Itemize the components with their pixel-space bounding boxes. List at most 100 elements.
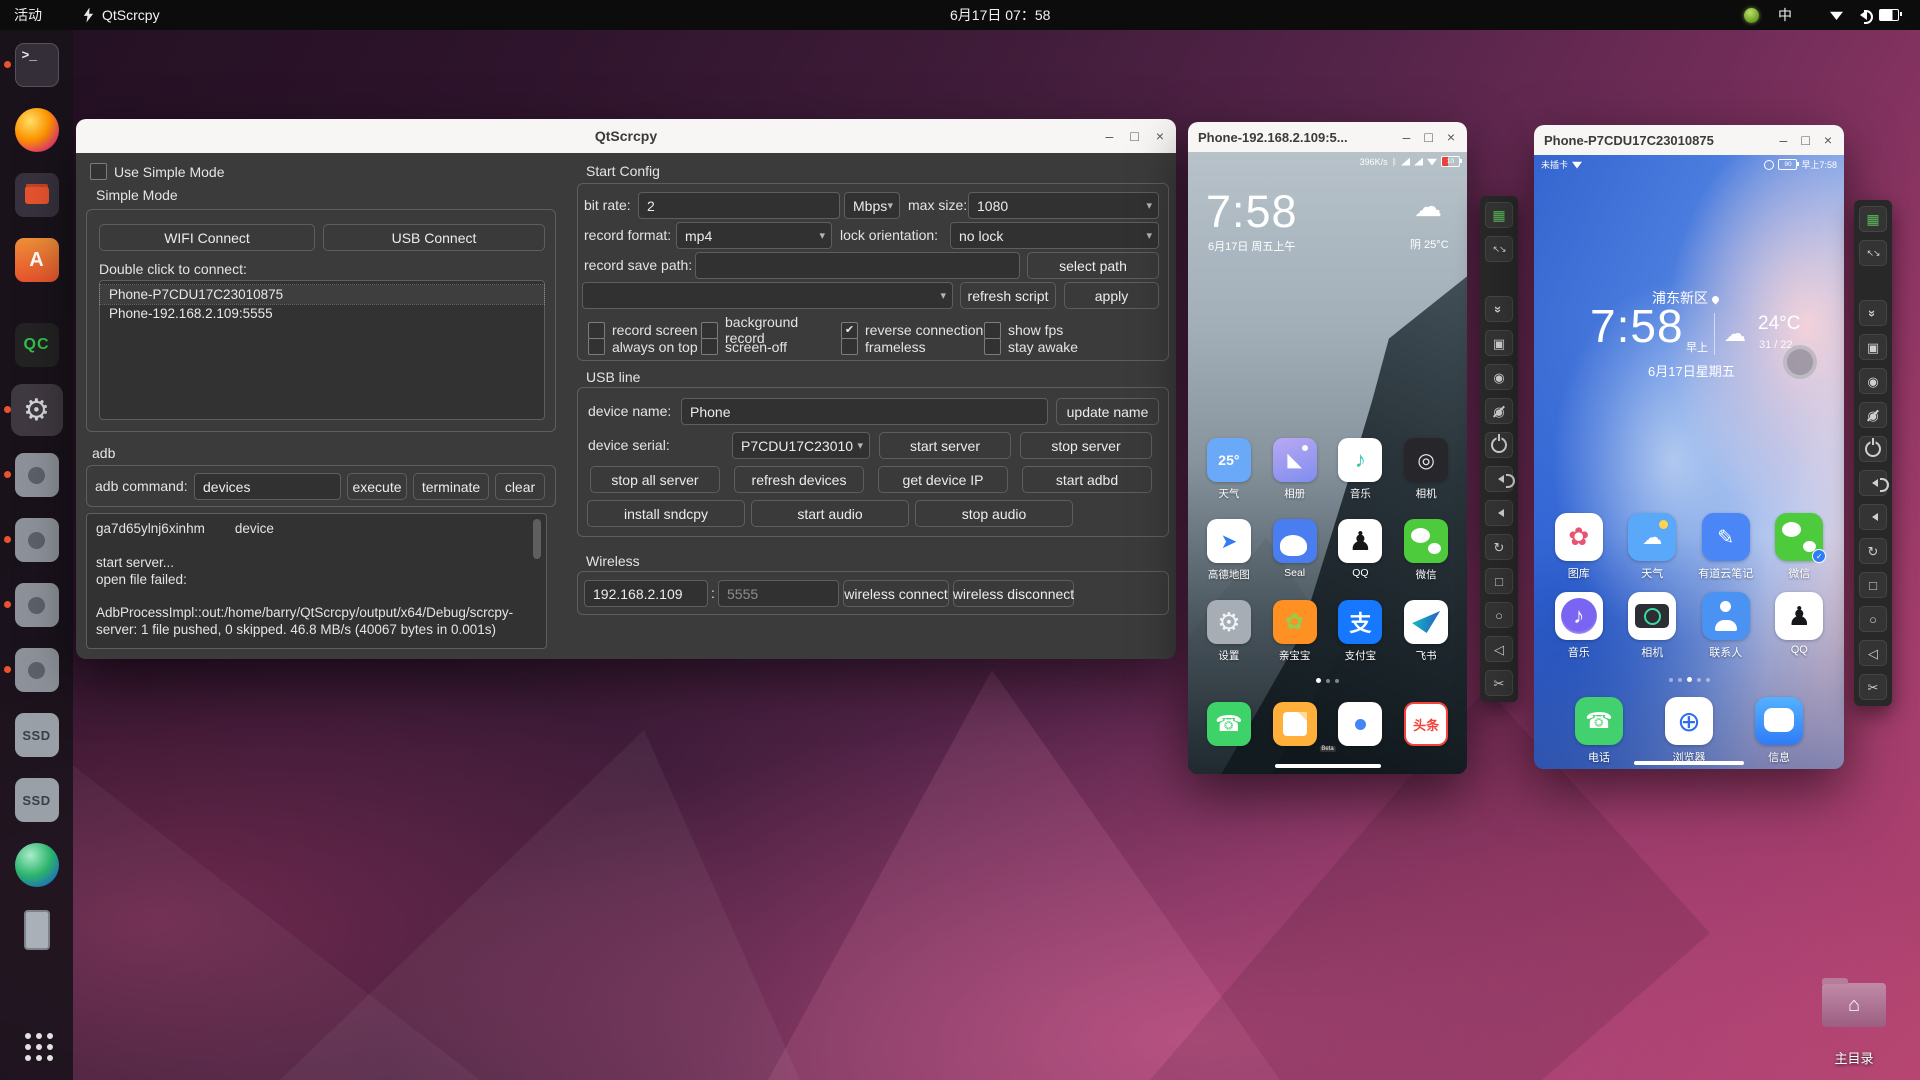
maximize-button[interactable]: □ xyxy=(1801,133,1809,147)
screenshot-icon[interactable]: ✂ xyxy=(1859,674,1887,700)
amap-icon[interactable]: ➤ 高德地图 xyxy=(1196,519,1262,600)
minimize-button[interactable]: – xyxy=(1780,133,1788,147)
ime-indicator[interactable]: 中 xyxy=(1768,0,1802,30)
collapse-icon[interactable]: » xyxy=(1859,300,1887,326)
hw-camera-icon[interactable]: 相机 xyxy=(1616,592,1690,671)
rotate-icon[interactable]: ↻ xyxy=(1859,538,1887,564)
system-status-area[interactable] xyxy=(1820,0,1909,30)
terminate-button[interactable]: terminate xyxy=(413,473,489,500)
toutiao-icon[interactable]: 头条 xyxy=(1393,702,1459,754)
ubuntu-software-icon[interactable]: A xyxy=(11,234,63,286)
phone-call-icon[interactable]: ☎ xyxy=(1196,702,1262,754)
clock-menu[interactable]: 6月17日 07：58 xyxy=(940,0,1060,30)
settings-gear-icon[interactable]: ⚙ xyxy=(3,384,63,436)
frameless-checkbox[interactable]: frameless xyxy=(841,338,984,355)
ssd-drive-icon[interactable]: SSD xyxy=(11,709,63,761)
hw-browser-icon[interactable]: ⊕ 浏览器 xyxy=(1644,697,1734,769)
notification-orb-icon[interactable] xyxy=(1734,0,1769,30)
hw-gallery-icon[interactable]: ✿ 图库 xyxy=(1542,513,1616,592)
adb-command-input[interactable]: devices xyxy=(194,473,341,500)
apply-button[interactable]: apply xyxy=(1064,282,1159,309)
group-control-icon[interactable]: ▦ xyxy=(1485,202,1513,228)
qq-icon[interactable]: ♟ QQ xyxy=(1328,519,1394,600)
back-icon[interactable]: ◁ xyxy=(1485,636,1513,662)
volume-up-icon[interactable] xyxy=(1859,470,1889,496)
home-icon[interactable]: ○ xyxy=(1485,602,1513,628)
scrcpy-window-icon[interactable] xyxy=(3,579,63,631)
update-name-button[interactable]: update name xyxy=(1056,398,1159,425)
start-audio-button[interactable]: start audio xyxy=(751,500,909,527)
close-button[interactable]: × xyxy=(1447,130,1455,144)
screen-off-icon[interactable]: ◉ xyxy=(1485,398,1513,424)
stay-awake-checkbox[interactable]: stay awake xyxy=(984,338,1078,355)
screen-off-checkbox[interactable]: screen-off xyxy=(701,338,841,355)
hw-phone-icon[interactable]: ☎ 电话 xyxy=(1554,697,1644,769)
settings-icon[interactable]: ⚙ 设置 xyxy=(1196,600,1262,681)
device-list[interactable]: Phone-P7CDU17C23010875 Phone-192.168.2.10… xyxy=(99,280,545,420)
phone1-titlebar[interactable]: Phone-192.168.2.109:5... – □ × xyxy=(1188,122,1467,152)
touch-icon[interactable]: ▣ xyxy=(1485,330,1513,356)
camera-icon[interactable]: ◎ 相机 xyxy=(1393,438,1459,519)
script-select[interactable] xyxy=(582,282,953,309)
focused-app-menu[interactable]: QtScrcpy xyxy=(72,0,170,30)
feishu-icon[interactable]: 飞书 xyxy=(1393,600,1459,681)
start-adbd-button[interactable]: start adbd xyxy=(1022,466,1152,493)
lock-orientation-select[interactable]: no lock xyxy=(950,222,1159,249)
usb-connect-button[interactable]: USB Connect xyxy=(323,224,545,251)
sms-icon[interactable] xyxy=(1262,702,1328,754)
sphere-app-icon[interactable] xyxy=(11,839,63,891)
music-icon[interactable]: ♪ 音乐 xyxy=(1328,438,1394,519)
wireless-port-input[interactable]: 5555 xyxy=(718,580,839,607)
ssd-drive-icon[interactable]: SSD xyxy=(11,774,63,826)
fullscreen-icon[interactable]: ↖↘ xyxy=(1859,240,1887,266)
home-icon[interactable]: ○ xyxy=(1859,606,1887,632)
touch-icon[interactable]: ▣ xyxy=(1859,334,1887,360)
wifi-connect-button[interactable]: WIFI Connect xyxy=(99,224,315,251)
phone2-home-indicator[interactable] xyxy=(1634,761,1744,765)
gallery-icon[interactable]: ◣ 相册 xyxy=(1262,438,1328,519)
youdao-note-icon[interactable]: ✎ 有道云笔记 xyxy=(1689,513,1763,592)
close-button[interactable]: × xyxy=(1824,133,1832,147)
firefox-icon[interactable] xyxy=(11,104,63,156)
show-apps-icon[interactable] xyxy=(11,1019,63,1071)
scrcpy-window-icon[interactable] xyxy=(3,644,63,696)
fullscreen-icon[interactable]: ↖↘ xyxy=(1485,236,1513,262)
hw-music-icon[interactable]: ♪ 音乐 xyxy=(1542,592,1616,671)
volume-down-icon[interactable] xyxy=(1485,500,1513,526)
qc-icon[interactable]: QC xyxy=(11,319,63,371)
stop-server-button[interactable]: stop server xyxy=(1020,432,1152,459)
device-item-usb[interactable]: Phone-P7CDU17C23010875 xyxy=(99,284,545,305)
power-icon[interactable] xyxy=(1859,436,1887,462)
volume-down-icon[interactable] xyxy=(1859,504,1887,530)
group-control-icon[interactable]: ▦ xyxy=(1859,206,1887,232)
phone1-screen[interactable]: 396K/s ᛒ 10 7:58 6月17日 周五上午 ☁ 阴 25°C 25°… xyxy=(1188,152,1467,774)
hw-wechat-icon[interactable]: ✓ 微信 xyxy=(1763,513,1837,592)
activities-button[interactable]: 活动 xyxy=(4,0,52,30)
max-size-select[interactable]: 1080 xyxy=(968,192,1159,219)
assistive-ball[interactable] xyxy=(1783,345,1817,379)
chrome-beta-icon[interactable]: Beta xyxy=(1319,702,1394,754)
hw-messages-icon[interactable]: 信息 xyxy=(1734,697,1824,769)
volume-up-icon[interactable] xyxy=(1485,466,1515,492)
record-format-select[interactable]: mp4 xyxy=(676,222,832,249)
scrcpy-window-icon[interactable] xyxy=(3,449,63,501)
wireless-ip-input[interactable]: 192.168.2.109 xyxy=(584,580,708,607)
phone2-titlebar[interactable]: Phone-P7CDU17C23010875 – □ × xyxy=(1534,125,1844,155)
show-screen-icon[interactable]: ◉ xyxy=(1485,364,1513,390)
phone-device-icon[interactable] xyxy=(11,904,63,956)
execute-button[interactable]: execute xyxy=(347,473,407,500)
device-item-wifi[interactable]: Phone-192.168.2.109:5555 xyxy=(100,304,544,323)
log-scrollbar[interactable] xyxy=(533,519,541,559)
terminal-icon[interactable]: >_ xyxy=(3,39,63,91)
always-on-top-checkbox[interactable]: always on top xyxy=(588,338,701,355)
seal-icon[interactable]: Seal xyxy=(1262,519,1328,600)
screen-off-icon[interactable]: ◉ xyxy=(1859,402,1887,428)
main-window-titlebar[interactable]: QtScrcpy – □ × xyxy=(76,119,1176,153)
stop-all-server-button[interactable]: stop all server xyxy=(590,466,720,493)
phone2-screen[interactable]: 未插卡 90 早上7:58 浦东新区 7:58 早上 ☁ 24°C 31 / 2… xyxy=(1534,155,1844,769)
weather-icon[interactable]: 25° 天气 xyxy=(1196,438,1262,519)
back-icon[interactable]: ◁ xyxy=(1859,640,1887,666)
select-path-button[interactable]: select path xyxy=(1027,252,1159,279)
app-switch-icon[interactable]: □ xyxy=(1485,568,1513,594)
phone1-home-indicator[interactable] xyxy=(1274,764,1381,768)
